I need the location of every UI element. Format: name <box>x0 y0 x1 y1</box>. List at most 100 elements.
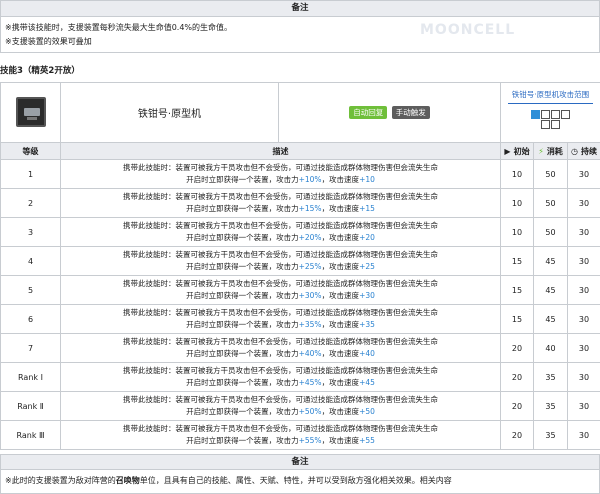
sp-cost: 50 <box>533 217 568 247</box>
desc-line2: 开启时立即获得一个装置，攻击力+25%，攻击速度+25 <box>65 261 496 273</box>
sp-cost: 45 <box>533 304 568 334</box>
auto-recovery-tag: 自动回复 <box>349 106 388 119</box>
sp-cost: 50 <box>533 188 568 218</box>
atk-value: +20% <box>298 233 322 242</box>
level-row: 6 携带此技能时：装置可被我方干员攻击但不会受伤，可通过技能造成群体物理伤害但会流… <box>0 304 600 334</box>
desc-text: ，攻击速度 <box>321 407 360 416</box>
aspd-value: +30 <box>359 291 375 300</box>
desc-line2: 开启时立即获得一个装置，攻击力+55%，攻击速度+55 <box>65 435 496 447</box>
sp-cost: 50 <box>533 159 568 189</box>
attack-range-link[interactable]: 铁钳号·原型机攻击范围 <box>507 89 594 104</box>
aspd-value: +10 <box>359 175 375 184</box>
level-row: 5 携带此技能时：装置可被我方干员攻击但不会受伤，可通过技能造成群体物理伤害但会流… <box>0 275 600 305</box>
skill-header-row: 铁钳号·原型机 自动回复 手动触发 铁钳号·原型机攻击范围 <box>0 82 600 143</box>
desc-text: ，攻击速度 <box>321 262 360 271</box>
desc-line1: 携带此技能时：装置可被我方干员攻击但不会受伤，可通过技能造成群体物理伤害但会流失… <box>123 424 438 433</box>
desc-text: ，攻击速度 <box>321 204 360 213</box>
level-label: 6 <box>0 304 61 334</box>
desc-line2: 开启时立即获得一个装置，攻击力+15%，攻击速度+15 <box>65 203 496 215</box>
watermark: MOONCELL <box>420 22 516 38</box>
aspd-value: +55 <box>359 436 375 445</box>
level-label: Rank Ⅰ <box>0 362 61 392</box>
duration: 30 <box>567 391 600 421</box>
skill-table: 铁钳号·原型机 自动回复 手动触发 铁钳号·原型机攻击范围 等级 描述 ▶ 初始 … <box>0 82 600 450</box>
desc-text: 开启时立即获得一个装置，攻击力 <box>186 262 299 271</box>
initial-sp: 10 <box>500 159 534 189</box>
level-label: 3 <box>0 217 61 247</box>
level-label: Rank Ⅱ <box>0 391 61 421</box>
desc-line2: 开启时立即获得一个装置，攻击力+35%，攻击速度+35 <box>65 319 496 331</box>
level-label: Rank Ⅲ <box>0 420 61 450</box>
duration: 30 <box>567 362 600 392</box>
desc-line1: 携带此技能时：装置可被我方干员攻击但不会受伤，可通过技能造成群体物理伤害但会流失… <box>123 192 438 201</box>
desc-text: ，攻击速度 <box>321 175 360 184</box>
level-row: 2 携带此技能时：装置可被我方干员攻击但不会受伤，可通过技能造成群体物理伤害但会流… <box>0 188 600 218</box>
level-row: Rank Ⅲ 携带此技能时：装置可被我方干员攻击但不会受伤，可通过技能造成群体物理… <box>0 420 600 450</box>
atk-value: +30% <box>298 291 322 300</box>
desc-text: ，攻击速度 <box>321 436 360 445</box>
level-description: 携带此技能时：装置可被我方干员攻击但不会受伤，可通过技能造成群体物理伤害但会流失… <box>60 246 501 276</box>
desc-text: 开启时立即获得一个装置，攻击力 <box>186 349 299 358</box>
desc-text: 开启时立即获得一个装置，攻击力 <box>186 233 299 242</box>
duration: 30 <box>567 217 600 247</box>
atk-value: +10% <box>298 175 322 184</box>
level-description: 携带此技能时：装置可被我方干员攻击但不会受伤，可通过技能造成群体物理伤害但会流失… <box>60 420 501 450</box>
col-initial: 初始 <box>513 146 530 156</box>
duration: 30 <box>567 246 600 276</box>
sp-cost: 45 <box>533 246 568 276</box>
range-empty <box>531 120 540 129</box>
initial-sp: 20 <box>500 362 534 392</box>
level-description: 携带此技能时：装置可被我方干员攻击但不会受伤，可通过技能造成群体物理伤害但会流失… <box>60 159 501 189</box>
desc-line1: 携带此技能时：装置可被我方干员攻击但不会受伤，可通过技能造成群体物理伤害但会流失… <box>123 337 438 346</box>
duration: 30 <box>567 420 600 450</box>
initial-sp: 10 <box>500 188 534 218</box>
atk-value: +35% <box>298 320 322 329</box>
desc-line1: 携带此技能时：装置可被我方干员攻击但不会受伤，可通过技能造成群体物理伤害但会流失… <box>123 366 438 375</box>
level-label: 4 <box>0 246 61 276</box>
aspd-value: +15 <box>359 204 375 213</box>
level-rows: 1 携带此技能时：装置可被我方干员攻击但不会受伤，可通过技能造成群体物理伤害但会流… <box>0 159 600 450</box>
initial-sp: 10 <box>500 217 534 247</box>
desc-text: ，攻击速度 <box>321 291 360 300</box>
column-header-row: 等级 描述 ▶ 初始 ⚡ 消耗 ◷ 持续 <box>0 142 600 160</box>
level-label: 2 <box>0 188 61 218</box>
level-description: 携带此技能时：装置可被我方干员攻击但不会受伤，可通过技能造成群体物理伤害但会流失… <box>60 217 501 247</box>
aspd-value: +35 <box>359 320 375 329</box>
desc-text: 开启时立即获得一个装置，攻击力 <box>186 436 299 445</box>
duration: 30 <box>567 188 600 218</box>
initial-sp: 15 <box>500 304 534 334</box>
desc-line2: 开启时立即获得一个装置，攻击力+50%，攻击速度+50 <box>65 406 496 418</box>
initial-sp: 20 <box>500 420 534 450</box>
skill-name: 铁钳号·原型机 <box>60 82 279 143</box>
level-row: 3 携带此技能时：装置可被我方干员攻击但不会受伤，可通过技能造成群体物理伤害但会流… <box>0 217 600 247</box>
summon-link[interactable]: 召唤物 <box>116 476 140 485</box>
level-row: Rank Ⅰ 携带此技能时：装置可被我方干员攻击但不会受伤，可通过技能造成群体物理… <box>0 362 600 392</box>
duration: 30 <box>567 159 600 189</box>
desc-line2: 开启时立即获得一个装置，攻击力+40%，攻击速度+40 <box>65 348 496 360</box>
duration: 30 <box>567 275 600 305</box>
level-row: Rank Ⅱ 携带此技能时：装置可被我方干员攻击但不会受伤，可通过技能造成群体物理… <box>0 391 600 421</box>
aspd-value: +20 <box>359 233 375 242</box>
level-description: 携带此技能时：装置可被我方干员攻击但不会受伤，可通过技能造成群体物理伤害但会流失… <box>60 304 501 334</box>
desc-line1: 携带此技能时：装置可被我方干员攻击但不会受伤，可通过技能造成群体物理伤害但会流失… <box>123 163 438 172</box>
range-tile <box>541 110 550 119</box>
duration: 30 <box>567 304 600 334</box>
desc-line1: 携带此技能时：装置可被我方干员攻击但不会受伤，可通过技能造成群体物理伤害但会流失… <box>123 279 438 288</box>
sp-cost: 35 <box>533 362 568 392</box>
sp-cost: 40 <box>533 333 568 363</box>
desc-line2: 开启时立即获得一个装置，攻击力+30%，攻击速度+30 <box>65 290 496 302</box>
atk-value: +55% <box>298 436 322 445</box>
sp-cost: 45 <box>533 275 568 305</box>
atk-value: +25% <box>298 262 322 271</box>
bottom-notes-body: ※此时的支援装置为敌对阵营的召唤物单位，且具有自己的技能、属性、天赋、特性，并可… <box>0 470 600 494</box>
col-description: 描述 <box>60 142 501 160</box>
duration: 30 <box>567 333 600 363</box>
desc-line2: 开启时立即获得一个装置，攻击力+10%，攻击速度+10 <box>65 174 496 186</box>
desc-text: 开启时立即获得一个装置，攻击力 <box>186 204 299 213</box>
level-description: 携带此技能时：装置可被我方干员攻击但不会受伤，可通过技能造成群体物理伤害但会流失… <box>60 362 501 392</box>
range-empty <box>561 120 570 129</box>
desc-text: 开启时立即获得一个装置，攻击力 <box>186 407 299 416</box>
attack-range-grid <box>531 110 570 129</box>
clock-icon: ◷ <box>571 146 578 156</box>
level-description: 携带此技能时：装置可被我方干员攻击但不会受伤，可通过技能造成群体物理伤害但会流失… <box>60 188 501 218</box>
